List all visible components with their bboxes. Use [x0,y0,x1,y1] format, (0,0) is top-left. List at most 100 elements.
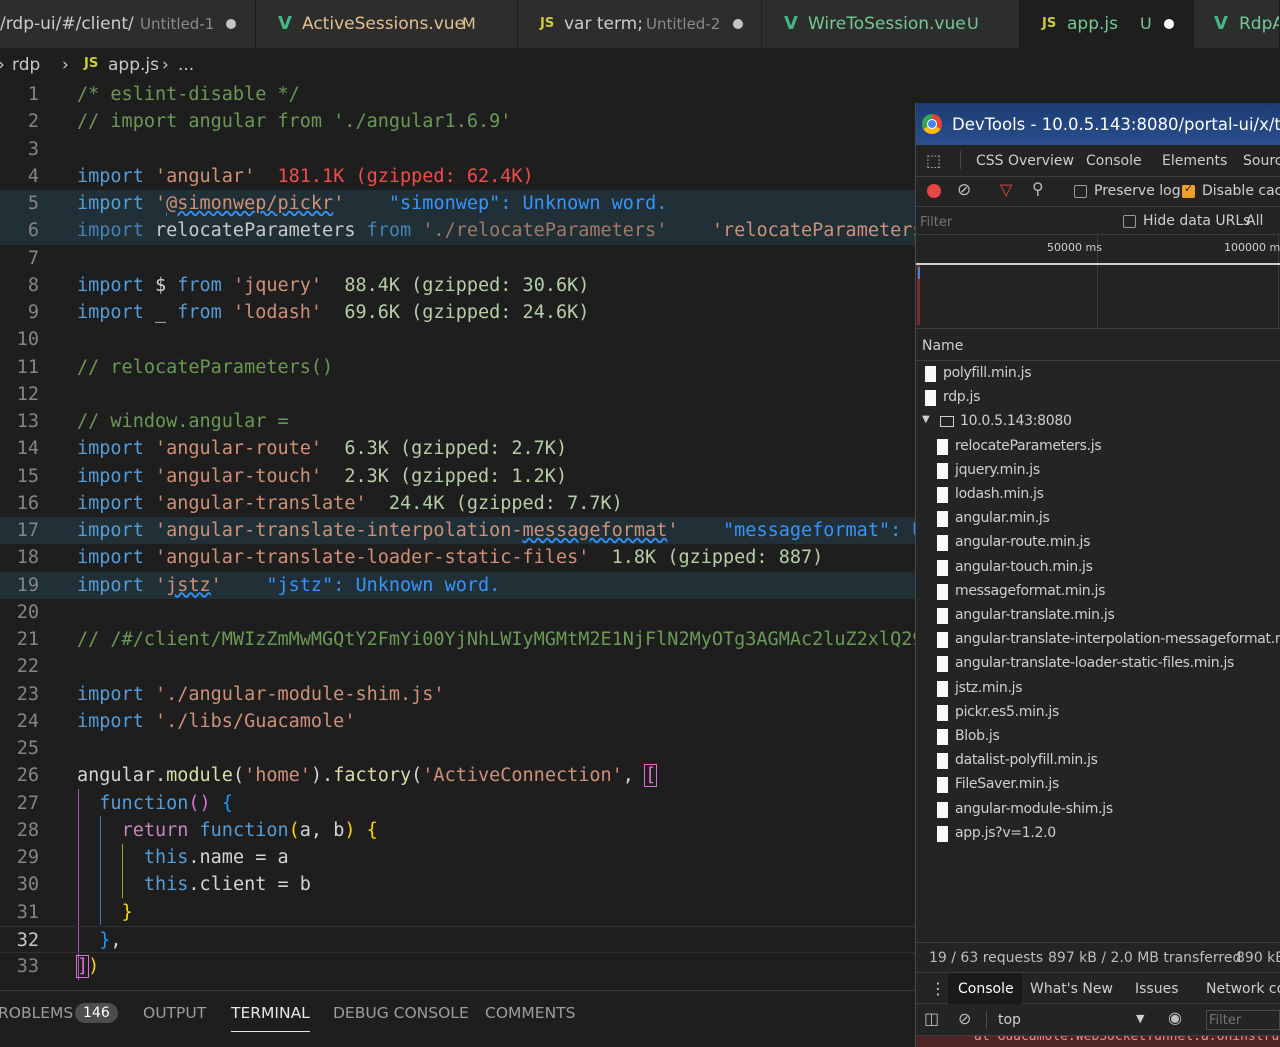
frame-group-row[interactable]: ▼ 10.0.5.143:8080 [916,410,1280,434]
code-line[interactable]: 23 import './angular-module-shim.js' [0,681,916,708]
code-text[interactable]: import 'angular-translate-interpolation-… [77,517,916,544]
code-line[interactable]: 32 }, [0,925,916,953]
code-line[interactable]: 25 [0,735,916,762]
request-row[interactable]: angular-module-shim.js [916,798,1280,822]
code-editor[interactable]: 1 /* eslint-disable */ 2 // import angular … [0,80,916,990]
code-line[interactable]: 4 import 'angular' 181.1K (gzipped: 62.4K… [0,163,916,190]
request-row[interactable]: angular-translate-interpolation-messagef… [916,628,1280,652]
request-row[interactable]: angular-translate.min.js [916,604,1280,628]
code-line[interactable]: 6 import relocateParameters from './reloc… [0,217,916,245]
tab-rdp[interactable]: V RdpA [1194,0,1280,48]
code-text[interactable]: function() { [77,790,233,817]
request-row[interactable]: pickr.es5.min.js [916,701,1280,725]
record-icon[interactable] [927,184,941,198]
network-filter-input[interactable] [918,211,1108,233]
tab-wire-to-session[interactable]: V WireToSession.vue U [762,0,1020,48]
drawer-menu-icon[interactable]: ⋮ [930,979,946,998]
filter-icon[interactable]: ▽ [1000,180,1012,199]
code-line[interactable]: 14 import 'angular-route' 6.3K (gzipped: … [0,435,916,462]
request-row[interactable]: angular-translate-loader-static-files.mi… [916,652,1280,676]
code-text[interactable]: // import angular from './angular1.6.9' [77,108,511,135]
breadcrumb-file[interactable]: app.js [108,48,159,82]
code-line[interactable]: 19 import 'jstz' "jstz": Unknown word. [0,571,916,599]
tab-active-sessions[interactable]: V ActiveSessions.vue M [256,0,518,48]
tab-untitled-1[interactable]: /rdp-ui/#/client/ Untitled-1 [0,0,256,48]
code-line[interactable]: 8 import $ from 'jquery' 88.4K (gzipped: … [0,272,916,299]
code-text[interactable]: this.name = a [77,844,289,871]
clear-console-icon[interactable]: ⊘ [958,1009,971,1028]
tab-comments[interactable]: COMMENTS [485,1004,575,1022]
tab-console[interactable]: Console [1086,153,1142,169]
unsaved-dot-icon[interactable] [226,19,236,29]
code-line[interactable]: 21 // /#/client/MWIzZmMwMGQtY2FmYi00YjNhL… [0,626,916,653]
unsaved-dot-icon[interactable] [733,19,743,29]
code-line[interactable]: 2 // import angular from './angular1.6.9' [0,108,916,135]
code-line[interactable]: 9 import _ from 'lodash' 69.6K (gzipped: … [0,299,916,326]
request-row[interactable]: rdp.js [916,386,1280,410]
sidebar-toggle-icon[interactable]: ◫ [924,1009,939,1028]
code-text[interactable]: import $ from 'jquery' 88.4K (gzipped: 3… [77,272,589,299]
code-line[interactable]: 24 import './libs/Guacamole' [0,708,916,735]
code-line[interactable]: 5 import '@simonwep/pickr' "simonwep": Un… [0,190,916,218]
drawer-tab-network-conditions[interactable]: Network con [1206,981,1280,997]
inspect-element-icon[interactable]: ⬚ [926,151,941,170]
code-line[interactable]: 16 import 'angular-translate' 24.4K (gzip… [0,490,916,517]
console-filter-input[interactable] [1206,1010,1280,1030]
tab-css-overview[interactable]: CSS Overview [976,153,1074,169]
code-line[interactable]: 11 // relocateParameters() [0,354,916,381]
code-line[interactable]: 18 import 'angular-translate-loader-stati… [0,544,916,571]
code-line[interactable]: 17 import 'angular-translate-interpolatio… [0,517,916,545]
tab-output[interactable]: OUTPUT [143,1004,206,1022]
search-icon[interactable]: ⚲ [1032,179,1044,198]
code-line[interactable]: 28 return function(a, b) { [0,817,916,844]
drawer-tab-whats-new[interactable]: What's New [1030,981,1113,997]
code-line[interactable]: 3 [0,136,916,163]
column-name-header[interactable]: Name [922,338,963,354]
request-row[interactable]: messageformat.min.js [916,580,1280,604]
code-text[interactable]: import 'angular' 181.1K (gzipped: 62.4K) [77,163,534,190]
tab-untitled-2[interactable]: JS var term; Untitled-2 [518,0,762,48]
code-text[interactable]: /* eslint-disable */ [77,81,300,108]
request-row[interactable]: relocateParameters.js [916,435,1280,459]
eye-icon[interactable]: ◉ [1168,1008,1182,1027]
tab-app-js[interactable]: JS app.js U [1020,0,1194,48]
code-text[interactable]: import _ from 'lodash' 69.6K (gzipped: 2… [77,299,589,326]
code-line[interactable]: 15 import 'angular-touch' 2.3K (gzipped: … [0,463,916,490]
request-row[interactable]: Blob.js [916,725,1280,749]
tab-problems[interactable]: ROBLEMS [0,1004,73,1022]
disable-cache-checkbox[interactable] [1182,182,1195,198]
code-text[interactable]: return function(a, b) { [77,817,378,844]
code-line[interactable]: 31 } [0,899,916,926]
request-row[interactable]: app.js?v=1.2.0 [916,822,1280,846]
code-text[interactable]: this.client = b [77,871,311,898]
code-line[interactable]: 30 this.client = b [0,871,916,898]
code-text[interactable]: import './libs/Guacamole' [77,708,355,735]
clear-icon[interactable]: ⊘ [957,180,971,200]
request-row[interactable]: polyfill.min.js [916,362,1280,386]
code-text[interactable]: ]) [75,953,99,980]
drawer-tab-console[interactable]: Console [958,981,1014,997]
code-text[interactable]: // /#/client/MWIzZmMwMGQtY2FmYi00YjNhLWI… [77,626,916,653]
code-line[interactable]: 12 [0,381,916,408]
preserve-log-checkbox[interactable] [1074,185,1087,198]
devtools-title-bar[interactable]: DevTools - 10.0.5.143:8080/portal-ui/x/t… [916,103,1280,145]
tab-elements[interactable]: Elements [1162,153,1227,169]
code-text[interactable]: } [77,899,133,926]
request-row[interactable]: datalist-polyfill.min.js [916,749,1280,773]
code-text[interactable]: import 'angular-route' 6.3K (gzipped: 2.… [77,435,567,462]
code-line[interactable]: 7 [0,245,916,272]
code-line[interactable]: 10 [0,326,916,353]
unsaved-dot-icon[interactable] [1164,19,1174,29]
request-row[interactable]: jquery.min.js [916,459,1280,483]
execution-context-select[interactable]: top [998,1012,1021,1028]
code-line[interactable]: 33]) [0,953,916,980]
code-text[interactable]: import 'jstz' "jstz": Unknown word. [77,572,500,599]
code-text[interactable]: angular.module('home').factory('ActiveCo… [77,762,658,789]
code-text[interactable]: import 'angular-touch' 2.3K (gzipped: 1.… [77,463,567,490]
code-text[interactable]: import '@simonwep/pickr' "simonwep": Unk… [77,190,667,217]
breadcrumb-more[interactable]: ... [178,48,194,82]
drawer-tab-issues[interactable]: Issues [1135,981,1179,997]
request-row[interactable]: angular-route.min.js [916,531,1280,555]
tab-terminal[interactable]: TERMINAL [231,1004,310,1032]
code-text[interactable]: import './angular-module-shim.js' [77,681,445,708]
